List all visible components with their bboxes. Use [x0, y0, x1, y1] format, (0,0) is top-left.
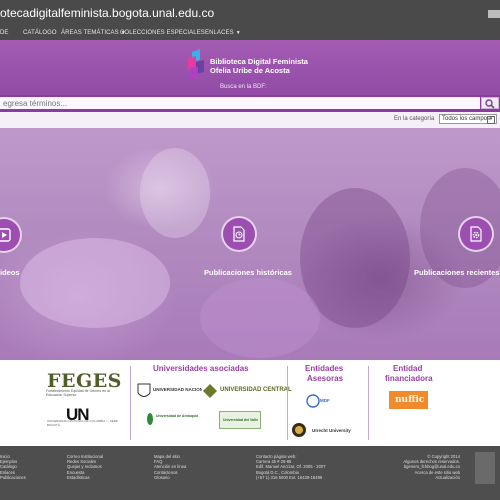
universities-title: Universidades asociadas [153, 364, 249, 373]
search-button[interactable] [481, 97, 499, 109]
library-logo-icon[interactable] [186, 48, 208, 80]
uni-logo-valle-text: Universidad del Valle [223, 418, 259, 422]
advisors-title-line2: Asesoras [307, 374, 344, 383]
nav-item-colecciones-especiales[interactable]: COLECCIONES ESPECIALES [120, 27, 205, 40]
footer-link[interactable]: Estadísticas [67, 475, 103, 480]
footer-badge [475, 452, 495, 484]
diamond-logo-icon [203, 384, 217, 398]
nav-item-areas-tematicas[interactable]: ÁREAS TEMÁTICAS ▼ [61, 27, 126, 40]
site-url-text: otecadigitalfeminista.bogota.unal.edu.co [0, 6, 215, 20]
video-icon [0, 228, 11, 242]
feges-logo-subtitle: Fortalecimiento Equidad de Género en la … [46, 389, 110, 397]
chevron-down-icon: ▼ [235, 30, 241, 36]
divider [287, 366, 288, 440]
nav-item-catalogo[interactable]: CATÁLOGO [23, 27, 57, 40]
category-select-value: Todos los campos [442, 116, 491, 122]
category-label: En la categoría [394, 116, 435, 122]
divider [368, 366, 369, 440]
category-select[interactable]: Todos los campos ▾ [439, 114, 497, 124]
un-logo-subtitle: UNIVERSIDAD NACIONAL DE COLOMBIA — SEDE … [47, 419, 118, 427]
seal-icon [292, 423, 306, 437]
videos-label[interactable]: ideos [0, 268, 20, 277]
uni-logo-antioquia-text: Universidad de Antioquia [156, 414, 199, 418]
advisor-logo-mdf[interactable]: MDF [306, 392, 342, 410]
top-navigation: DE CATÁLOGO ÁREAS TEMÁTICAS ▼ COLECCIONES… [0, 27, 500, 40]
nav-item-areas-tematicas-label: ÁREAS TEMÁTICAS [61, 30, 119, 36]
uni-logo-central[interactable]: UNIVERSIDAD CENTRAL [202, 380, 292, 402]
footer-link[interactable]: Glosario [154, 475, 186, 480]
search-caption: Busca en la BDF: [220, 84, 267, 90]
leaf-logo-icon [147, 413, 153, 425]
advisor-logo-utrecht-text: Utrecht University [312, 428, 351, 433]
footer-contact-line: Edif. Manuel Ancízar, Of. 2005 - 2007 [256, 464, 326, 470]
footer-contact-line: (+57 1) 316 5000 Ext. 16439-16499 [256, 474, 323, 480]
advisors-title-line1: Entidades [305, 364, 344, 373]
nav-item-enlaces-label: ENLACES [205, 30, 234, 36]
footer-link[interactable]: Atención en línea [154, 464, 186, 469]
search-icon [485, 99, 495, 109]
footer-email-link[interactable]: bgenero_fchbog@unal.edu.co [403, 464, 460, 469]
footer-column-1: Inicio Ejemplos Catálogo Enlaces Publica… [0, 454, 26, 480]
recent-publications-label[interactable]: Publicaciones recientes e [414, 268, 500, 277]
site-url-bar: otecadigitalfeminista.bogota.unal.edu.co [0, 0, 500, 27]
advisor-logo-mdf-text: MDF [320, 398, 330, 403]
site-title-line2: Ofelia Uribe de Acosta [210, 66, 290, 75]
footer-column-2: Correo Institucional Redes Sociales Quej… [67, 454, 103, 480]
footer-contact: Contacto página web: Carrera 45 # 26-85 … [256, 454, 326, 480]
funder-logo-nuffic-text: nuffic [395, 395, 425, 405]
search-input[interactable] [0, 97, 480, 109]
chevron-down-icon: ▾ [487, 116, 495, 124]
nav-item-enlaces[interactable]: ENLACES ▼ [205, 27, 241, 40]
footer-copyright-line: Actualización [435, 474, 460, 480]
recent-publications-button[interactable] [458, 216, 494, 252]
uni-logo-antioquia[interactable]: Universidad de Antioquia [146, 410, 198, 428]
funder-logo-nuffic[interactable]: nuffic [389, 391, 428, 409]
uni-logo-central-text: UNIVERSIDAD CENTRAL [220, 387, 292, 393]
funder-title-line1: Entidad [393, 364, 423, 373]
footer-column-3: Mapa del sitio FAQ Atención en línea Con… [154, 454, 186, 480]
footer-link[interactable]: Quejas y reclamos [67, 464, 103, 469]
gear-document-icon [470, 226, 482, 242]
clock-document-icon [233, 226, 245, 242]
menu-icon[interactable] [488, 10, 500, 18]
uni-logo-nacional[interactable]: UNIVERSIDAD NACIONAL DE COLOMBIA [135, 380, 242, 404]
historical-publications-label[interactable]: Publicaciones históricas [204, 268, 292, 277]
funder-title-line2: financiadora [385, 374, 433, 383]
divider [130, 366, 131, 440]
advisor-logo-utrecht[interactable]: Utrecht University [291, 420, 361, 440]
escudo-icon [137, 383, 151, 397]
mdf-logo-icon [306, 394, 320, 408]
footer-copyright: © Copyright 2014 Algunos derechos reserv… [403, 454, 460, 480]
uni-logo-valle[interactable]: Universidad del Valle [219, 411, 261, 429]
footer-link[interactable]: Publicaciones [0, 475, 26, 480]
site-title-line1: Biblioteca Digital Feminista [210, 57, 308, 66]
historical-publications-button[interactable] [221, 216, 257, 252]
nav-item-de[interactable]: DE [0, 27, 9, 40]
